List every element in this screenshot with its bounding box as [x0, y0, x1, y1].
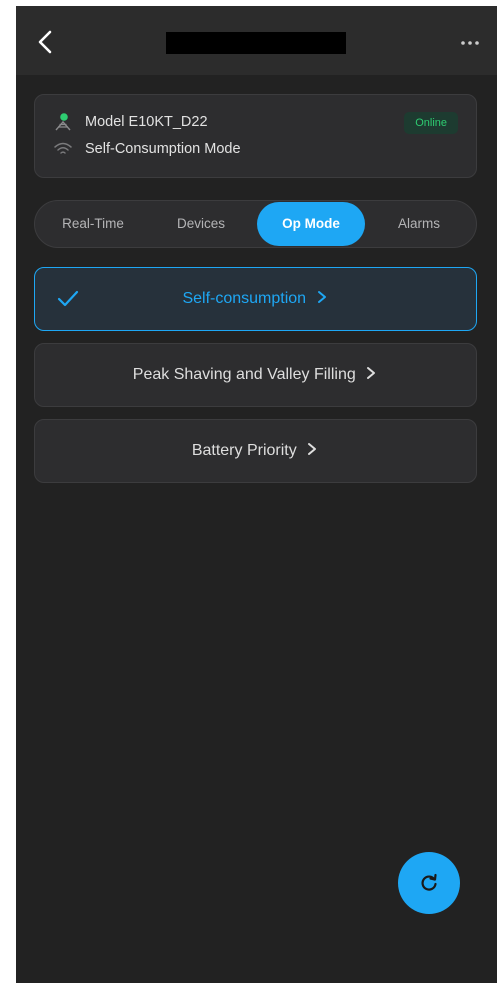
wifi-icon	[53, 139, 73, 159]
device-model: Model E10KT_D22	[85, 114, 208, 130]
more-horizontal-icon	[461, 41, 479, 45]
tab-real-time[interactable]: Real-Time	[43, 201, 143, 247]
status-badge: Online	[404, 112, 458, 134]
device-card: Model E10KT_D22 Self-Consumption Mode On…	[34, 94, 477, 178]
refresh-button[interactable]	[398, 852, 460, 914]
mode-label-text: Peak Shaving and Valley Filling	[132, 366, 356, 383]
chevron-right-icon	[367, 367, 376, 379]
mode-label-text: Battery Priority	[191, 442, 297, 459]
inverter-icon	[53, 112, 73, 132]
device-mode: Self-Consumption Mode	[85, 141, 241, 157]
mode-option-label: Battery Priority	[35, 420, 476, 482]
tab-devices[interactable]: Devices	[151, 201, 251, 247]
page-title-redacted	[166, 32, 346, 54]
chevron-left-icon	[38, 30, 52, 54]
mode-option-peak-shaving[interactable]: Peak Shaving and Valley Filling	[34, 343, 477, 407]
top-bar	[16, 6, 497, 75]
chevron-right-icon	[317, 291, 326, 303]
tab-alarms[interactable]: Alarms	[369, 201, 469, 247]
mode-option-self-consumption[interactable]: Self-consumption	[34, 267, 477, 331]
tab-op-mode[interactable]: Op Mode	[257, 202, 365, 246]
app-screen: Model E10KT_D22 Self-Consumption Mode On…	[16, 6, 497, 983]
device-model-row: Model E10KT_D22	[53, 112, 208, 132]
more-button[interactable]	[457, 36, 483, 50]
mode-option-label: Peak Shaving and Valley Filling	[35, 344, 476, 406]
mode-label-text: Self-consumption	[182, 290, 307, 307]
refresh-icon	[421, 873, 437, 891]
mode-option-label: Self-consumption	[35, 268, 476, 330]
chevron-right-icon	[308, 443, 317, 455]
device-mode-row: Self-Consumption Mode	[53, 139, 241, 159]
back-button[interactable]	[34, 28, 58, 56]
tab-bar: Real-Time Devices Op Mode Alarms	[34, 200, 477, 248]
mode-option-battery-priority[interactable]: Battery Priority	[34, 419, 477, 483]
